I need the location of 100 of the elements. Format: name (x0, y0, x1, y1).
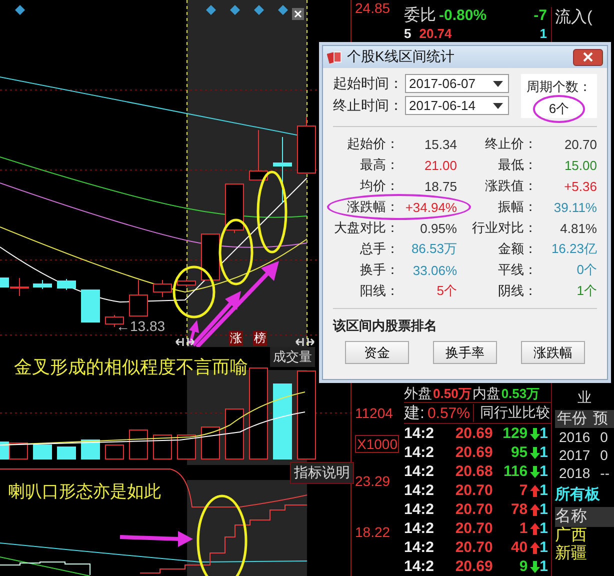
stat-label: 最高： (359, 156, 399, 174)
table-cell: 0 (600, 447, 608, 463)
stat-value: 16.23亿 (551, 240, 597, 258)
ranking-button[interactable]: 资金 (345, 341, 409, 364)
stat-label: 终止价： (484, 135, 537, 153)
price-axis-label: 24.85 (355, 0, 392, 16)
section-title: 该区间内股票排名 (333, 317, 438, 335)
trade-price: 20.69 (454, 558, 493, 575)
volume-unit-label: X1000 (355, 435, 400, 453)
stat-value: 21.00 (424, 158, 457, 172)
volume-bar (105, 444, 124, 460)
caret-icon (493, 102, 503, 108)
annotation-text: 喇叭口形态亦是如此 (8, 481, 161, 503)
ranking-tag[interactable]: 涨 (229, 331, 243, 346)
start-date-dropdown[interactable]: 2017-06-07 (405, 74, 509, 93)
stat-value: +5.36 (564, 178, 597, 194)
candlestick (201, 234, 220, 280)
stat-label: 总手： (359, 240, 399, 258)
stat-value: +34.94% (405, 200, 457, 214)
trade-count: 1 (540, 520, 548, 537)
sector-name[interactable]: 新疆 (555, 545, 614, 563)
stat-value: 15.34 (424, 136, 457, 152)
candlestick (177, 278, 196, 288)
ranking-tag[interactable]: 榜 (253, 331, 267, 346)
caret-icon (493, 80, 503, 86)
sector-name[interactable]: 广西 (555, 527, 614, 545)
candlestick (273, 136, 292, 204)
trade-price: 20.69 (454, 444, 493, 461)
column-header: 预 (593, 410, 608, 428)
period-label: 周期个数： (526, 78, 592, 96)
order-ratio-diff: -7 (534, 7, 547, 25)
panel-header: 业 (578, 388, 592, 406)
trade-price: 20.70 (454, 539, 493, 556)
volume-bar (81, 440, 100, 460)
trade-time: 14:2 (404, 444, 436, 461)
diamond-marker-icon (278, 5, 288, 15)
start-time-label: 起始时间： (333, 74, 403, 92)
close-icon[interactable] (292, 8, 304, 20)
range-handle-icon[interactable] (175, 337, 195, 347)
trade-price: 20.70 (454, 501, 493, 518)
stat-value: 0个 (576, 261, 597, 279)
indicator-help-button[interactable]: 指标说明 (290, 462, 354, 484)
trade-time: 14:2 (404, 501, 436, 518)
period-value: 6个 (544, 100, 574, 118)
ranking-button[interactable]: 换手率 (433, 341, 497, 364)
order-price: 20.74 (419, 25, 452, 43)
table-cell: 0 (600, 429, 608, 445)
candlestick (153, 280, 172, 298)
stat-value: 86.53万 (411, 240, 457, 258)
end-date-dropdown[interactable]: 2017-06-14 (405, 96, 509, 115)
stat-value: 18.75 (424, 178, 457, 194)
candlestick (81, 290, 100, 322)
stat-value: 4.81% (560, 220, 597, 236)
stat-label: 涨跌值： (484, 177, 537, 195)
stat-value: 15.00 (564, 158, 597, 172)
stat-value: 33.06% (412, 262, 457, 278)
trade-time: 14:2 (404, 558, 436, 575)
trade-count: 1 (540, 539, 548, 556)
panel-title: 成交量 (270, 347, 315, 367)
ranking-button[interactable]: 涨跌幅 (521, 341, 585, 364)
range-handle-icon[interactable] (295, 337, 315, 347)
low-price-label: ←13.83 (116, 318, 166, 334)
trade-count: 1 (540, 482, 548, 499)
outer-volume-label: 外盘 (404, 384, 432, 402)
dialog-title: 个股K线区间统计 (347, 48, 454, 66)
close-button[interactable] (573, 48, 603, 66)
trade-price: 20.70 (454, 482, 493, 499)
volume-axis-label: 11204 (355, 405, 394, 421)
trade-price: 20.69 (454, 425, 493, 442)
trade-count: 1 (540, 463, 548, 480)
diamond-marker-icon (230, 5, 240, 15)
diamond-marker-icon (206, 5, 216, 15)
volume-bar (33, 444, 52, 460)
candlestick (225, 184, 244, 234)
table-cell: 2016 (559, 429, 590, 445)
candlestick (57, 278, 76, 290)
build-label: 建: (404, 404, 424, 424)
volume-bar (177, 434, 196, 460)
trade-price: 20.68 (454, 463, 493, 480)
trade-count: 1 (540, 558, 548, 575)
stat-label: 平线： (497, 261, 537, 279)
stat-value: 39.11% (554, 200, 597, 214)
stat-value: 20.70 (564, 136, 597, 152)
stat-label: 起始价： (346, 135, 399, 153)
trade-volume: 7 (518, 482, 528, 499)
stat-value: 5个 (436, 282, 457, 300)
candlestick (297, 116, 316, 174)
column-header: 名称 (555, 507, 614, 527)
candlestick (129, 280, 148, 316)
end-time-label: 终止时间： (333, 96, 403, 114)
table-cell: -- (600, 465, 610, 481)
candlestick (249, 130, 268, 180)
order-ratio-label: 委比 (404, 7, 436, 25)
trade-count: 1 (540, 501, 548, 518)
stat-label: 阳线： (359, 282, 399, 300)
inner-volume-value: 0.53万 (501, 385, 540, 403)
stat-label: 涨跌幅： (346, 198, 399, 216)
volume-bar (129, 430, 148, 460)
inflow-label: 流入( (555, 8, 594, 28)
outer-volume-value: 0.50万 (433, 385, 472, 403)
